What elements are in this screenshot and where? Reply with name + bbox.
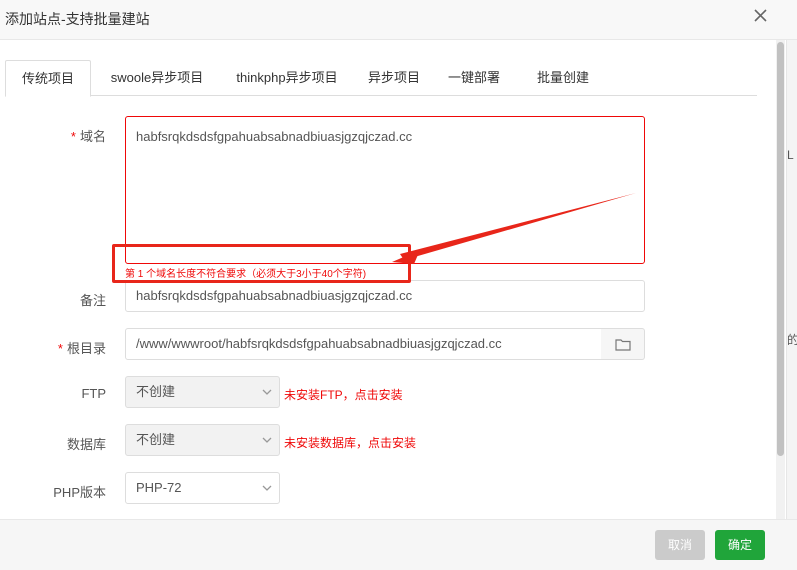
chevron-down-icon bbox=[262, 485, 272, 491]
close-icon[interactable] bbox=[751, 6, 771, 26]
required-mark: * bbox=[57, 341, 63, 356]
scrollbar-thumb[interactable] bbox=[777, 42, 784, 456]
php-version-select[interactable]: PHP-72 bbox=[125, 472, 280, 504]
tab-traditional-project[interactable]: 传统项目 bbox=[5, 60, 91, 97]
tab-swoole-async-project[interactable]: swoole异步项目 bbox=[101, 60, 213, 96]
tab-thinkphp-async-project[interactable]: thinkphp异步项目 bbox=[227, 60, 347, 96]
dialog-title: 添加站点-支持批量建站 bbox=[5, 11, 150, 27]
domain-textarea[interactable]: habfsrqkdsdsfgpahuabsabnadbiuasjgzqjczad… bbox=[125, 116, 645, 264]
add-site-dialog: L 的 工 添加站点-支持批量建站 传统项目 swoole异步项目 thinkp… bbox=[0, 0, 797, 570]
ftp-selected-value: 不创建 bbox=[136, 384, 176, 399]
chevron-down-icon bbox=[262, 437, 272, 443]
required-mark: * bbox=[70, 129, 76, 144]
project-type-tabs: 传统项目 swoole异步项目 thinkphp异步项目 异步项目 一键部署 批… bbox=[5, 60, 757, 97]
cancel-button[interactable]: 取消 bbox=[655, 530, 705, 560]
ftp-label: FTP bbox=[81, 386, 106, 401]
confirm-button[interactable]: 确定 bbox=[715, 530, 765, 560]
php-version-label: PHP版本 bbox=[53, 485, 106, 500]
database-label: 数据库 bbox=[66, 437, 106, 452]
note-input[interactable]: habfsrqkdsdsfgpahuabsabnadbiuasjgzqjczad… bbox=[125, 280, 645, 312]
tab-batch-create[interactable]: 批量创建 bbox=[525, 60, 601, 96]
annotation-highlight-box bbox=[112, 244, 411, 283]
domain-label: * 域名 bbox=[70, 129, 106, 144]
php-selected-value: PHP-72 bbox=[136, 480, 182, 495]
root-dir-input[interactable]: /www/wwwroot/habfsrqkdsdsfgpahuabsabnadb… bbox=[125, 328, 602, 360]
install-ftp-link[interactable]: 未安装FTP，点击安装 bbox=[284, 386, 403, 403]
root-dir-label: * 根目录 bbox=[57, 341, 106, 356]
chevron-down-icon bbox=[262, 389, 272, 395]
tab-async-project[interactable]: 异步项目 bbox=[361, 60, 427, 96]
note-label: 备注 bbox=[79, 293, 106, 308]
background-page bbox=[786, 30, 797, 570]
background-text-fragment: 的 bbox=[787, 333, 797, 347]
install-database-link[interactable]: 未安装数据库，点击安装 bbox=[284, 434, 416, 451]
database-select[interactable]: 不创建 bbox=[125, 424, 280, 456]
ftp-select[interactable]: 不创建 bbox=[125, 376, 280, 408]
folder-icon bbox=[615, 339, 631, 351]
dialog-title-bar: 添加站点-支持批量建站 bbox=[0, 0, 797, 40]
tab-one-click-deploy[interactable]: 一键部署 bbox=[441, 60, 507, 96]
browse-folder-button[interactable] bbox=[601, 328, 645, 360]
database-selected-value: 不创建 bbox=[136, 432, 176, 447]
background-text-fragment: L bbox=[787, 148, 794, 162]
